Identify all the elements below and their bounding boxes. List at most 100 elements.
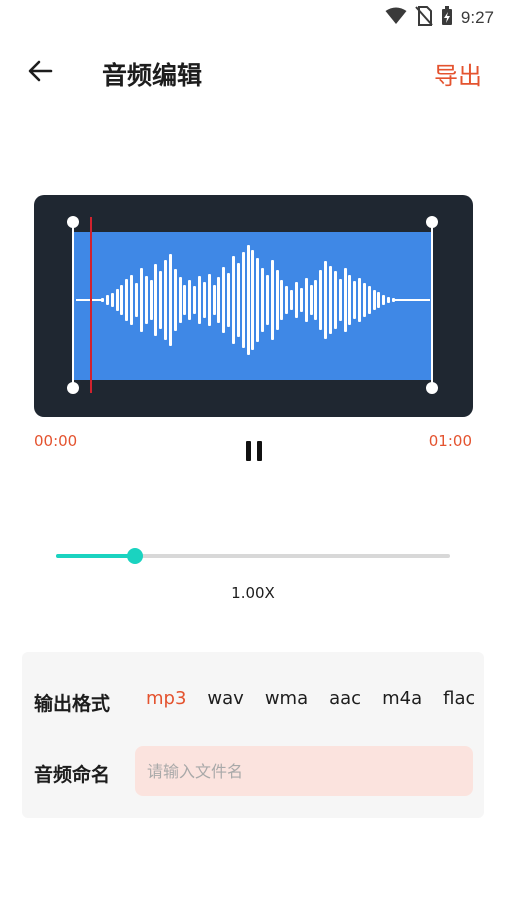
waveform-bar — [183, 285, 187, 315]
trim-end-top-handle[interactable] — [426, 216, 438, 228]
waveform-bar — [227, 273, 231, 327]
waveform-bar — [236, 263, 240, 337]
waveform-bar — [202, 282, 206, 318]
page-title: 音频编辑 — [102, 61, 203, 90]
waveform-bar — [178, 277, 182, 323]
waveform-bar — [358, 278, 362, 322]
waveform-bar — [261, 268, 265, 332]
waveform-bar — [299, 288, 303, 312]
pause-icon-bar — [257, 441, 262, 461]
waveform-bar — [256, 258, 260, 342]
end-time: 01:00 — [428, 432, 472, 450]
waveform-bar — [130, 275, 134, 325]
waveform-bar — [348, 275, 352, 325]
speed-slider[interactable] — [56, 548, 450, 564]
waveform-bar — [134, 283, 138, 317]
waveform-bar — [139, 268, 143, 332]
waveform-bar — [105, 295, 109, 305]
export-button[interactable]: 导出 — [434, 56, 482, 91]
audio-name-input[interactable] — [135, 746, 473, 796]
waveform-bar — [304, 278, 308, 322]
waveform-bar — [198, 276, 201, 324]
status-icons: 9:27 — [385, 6, 494, 30]
waveform-bar — [246, 245, 250, 355]
waveform-bar — [270, 260, 274, 340]
pause-button[interactable] — [238, 434, 270, 468]
waveform-bar — [120, 285, 124, 315]
waveform-baseline-right — [394, 299, 430, 301]
trim-end-bottom-handle[interactable] — [426, 382, 438, 394]
status-time: 9:27 — [460, 8, 494, 27]
waveform-bar — [149, 280, 153, 320]
waveform-bar — [144, 276, 148, 324]
waveform-bar — [343, 268, 347, 332]
waveform-bar — [280, 280, 284, 320]
waveform-bar — [212, 285, 216, 315]
waveform-bar — [159, 271, 163, 329]
waveform-bar — [164, 260, 168, 340]
wifi-icon — [385, 7, 407, 29]
waveform-bar — [115, 289, 119, 311]
waveform-bar — [377, 292, 381, 308]
waveform-bar — [333, 271, 337, 329]
trim-start-bottom-handle[interactable] — [67, 382, 79, 394]
format-option-mp3[interactable]: mp3 — [146, 688, 186, 709]
trim-end-line[interactable] — [431, 222, 433, 388]
format-option-wma[interactable]: wma — [265, 688, 308, 709]
waveform-bar — [324, 261, 328, 339]
waveform-bar — [193, 286, 197, 314]
waveform-bar — [101, 298, 104, 302]
waveform-bar — [217, 277, 221, 323]
output-options-card: 输出格式 mp3 wav wma aac m4a flac 音频命名 — [22, 652, 484, 818]
waveform-bar — [231, 256, 235, 344]
waveform-bar — [285, 286, 289, 314]
start-time: 00:00 — [34, 432, 78, 450]
speed-slider-thumb[interactable] — [126, 548, 143, 564]
waveform-bar — [290, 290, 294, 310]
back-button[interactable] — [22, 58, 58, 88]
format-option-wav[interactable]: wav — [207, 688, 243, 709]
format-option-flac[interactable]: flac — [443, 688, 474, 709]
waveform-bar — [319, 270, 323, 330]
waveform-bar — [382, 295, 386, 305]
waveform-bar — [392, 298, 395, 302]
waveform-bar — [173, 269, 177, 331]
app-bar: 音频编辑 导出 — [0, 48, 506, 100]
format-list: mp3 wav wma aac m4a flac — [146, 688, 474, 716]
trim-start-top-handle[interactable] — [67, 216, 79, 228]
waveform-bar — [125, 279, 129, 321]
waveform-bar — [309, 285, 313, 315]
waveform-bar — [265, 275, 269, 325]
waveform-bar — [207, 274, 211, 326]
arrow-left-icon — [27, 59, 53, 87]
waveform-bar — [222, 267, 226, 333]
waveform-bar — [295, 282, 298, 318]
waveform-bar — [275, 270, 279, 330]
waveform-bar — [367, 286, 371, 314]
waveform-bar — [251, 250, 255, 350]
waveform-bar — [362, 283, 366, 317]
no-sim-icon — [415, 6, 433, 30]
waveform-bar — [188, 280, 192, 320]
pause-icon — [246, 441, 251, 461]
format-option-aac[interactable]: aac — [329, 688, 361, 709]
waveform-editor[interactable] — [34, 195, 473, 417]
waveform-bar — [353, 281, 357, 319]
output-format-label: 输出格式 — [34, 693, 111, 715]
waveform-bar — [110, 293, 114, 307]
trim-start-line[interactable] — [72, 222, 74, 388]
format-option-m4a[interactable]: m4a — [382, 688, 422, 709]
waveform-bar — [154, 264, 158, 336]
status-bar: 9:27 — [0, 0, 506, 34]
speed-slider-fill — [56, 554, 135, 558]
waveform-baseline-left — [76, 299, 102, 301]
playhead[interactable] — [90, 217, 92, 393]
waveform-bar — [241, 252, 245, 348]
waveform-bar — [372, 290, 376, 310]
speed-value: 1.00X — [231, 584, 275, 602]
waveform-bar — [314, 280, 318, 320]
waveform-bar — [338, 279, 342, 321]
audio-name-label: 音频命名 — [34, 764, 111, 786]
waveform-bar — [387, 297, 391, 303]
waveform-bar — [168, 254, 172, 346]
